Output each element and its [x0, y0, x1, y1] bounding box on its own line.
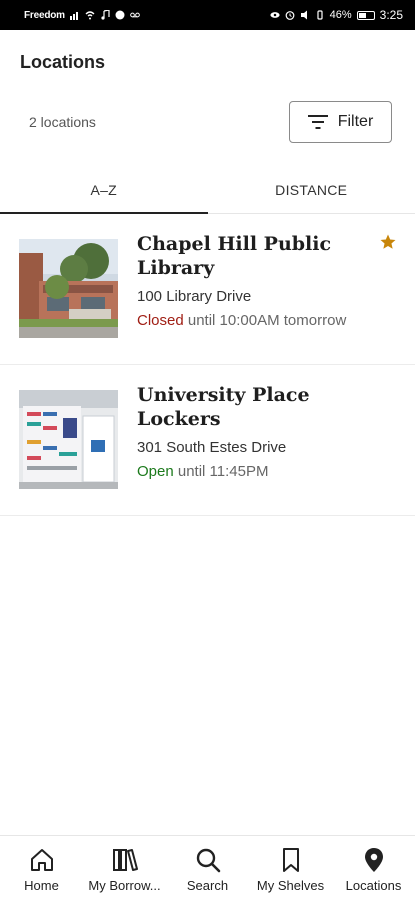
- battery-icon: [356, 10, 375, 20]
- tab-distance-label: DISTANCE: [275, 181, 348, 198]
- music-icon: [101, 10, 110, 20]
- nav-locations[interactable]: Locations: [332, 836, 415, 900]
- location-name: Chapel Hill Public Library: [137, 233, 332, 279]
- search-icon: [196, 848, 220, 873]
- nav-search-label: Search: [186, 878, 229, 893]
- location-address: 100 Library Drive: [137, 288, 252, 305]
- location-photo: [19, 390, 118, 489]
- location-status: Closed until 10:00AM tomorrow: [137, 312, 346, 329]
- location-name: University Place Lockers: [137, 384, 310, 430]
- nav-search[interactable]: Search: [166, 836, 249, 900]
- status-bar: Freedom 46% 3:25: [0, 0, 415, 30]
- battery-percent: 46%: [329, 9, 352, 21]
- signal-icon: [69, 12, 78, 20]
- nav-my-borrowing-label: My Borrow...: [88, 878, 161, 893]
- status-open: Open: [137, 463, 174, 480]
- page-title: Locations: [20, 52, 106, 72]
- tab-a-z-label: A–Z: [90, 181, 118, 198]
- status-left: Freedom: [24, 10, 140, 21]
- sort-tabs: A–Z DISTANCE: [0, 166, 415, 214]
- location-card-university-place[interactable]: University Place Lockers 301 South Estes…: [0, 366, 415, 516]
- bottom-nav: Home My Borrow... Search My Shelves Loca…: [0, 835, 415, 900]
- books-icon: [112, 849, 138, 871]
- voicemail-icon: [130, 12, 140, 18]
- location-pin-icon: [364, 848, 383, 872]
- status-right: 46% 3:25: [270, 8, 403, 22]
- filter-button[interactable]: Filter: [289, 101, 392, 143]
- nav-locations-label: Locations: [345, 878, 402, 893]
- nav-my-shelves-label: My Shelves: [256, 878, 325, 893]
- filter-label: Filter: [337, 113, 374, 130]
- location-photo: [19, 239, 118, 338]
- home-icon: [30, 849, 53, 871]
- location-status: Open until 11:45PM: [137, 463, 268, 480]
- messenger-icon: [115, 10, 125, 20]
- nav-home-label: Home: [24, 878, 59, 893]
- mute-icon: [300, 10, 307, 20]
- location-address: 301 South Estes Drive: [137, 439, 287, 456]
- bookmark-icon: [282, 848, 299, 872]
- eye-icon: [270, 12, 280, 18]
- clock-time: 3:25: [379, 8, 403, 22]
- alarm-icon: [285, 11, 295, 20]
- location-card-chapel-hill[interactable]: Chapel Hill Public Library 100 Library D…: [0, 215, 415, 365]
- status-detail: until 11:45PM: [173, 463, 269, 480]
- status-detail: until 10:00AM tomorrow: [183, 312, 347, 329]
- filter-icon: [307, 115, 328, 129]
- status-closed: Closed: [137, 312, 184, 329]
- vibrate-icon: [317, 10, 323, 20]
- favorite-star-icon[interactable]: [379, 233, 397, 251]
- carrier-label: Freedom: [24, 9, 65, 21]
- location-count: 2 locations: [29, 114, 96, 130]
- tab-a-z[interactable]: A–Z: [0, 166, 208, 214]
- nav-my-shelves[interactable]: My Shelves: [249, 836, 332, 900]
- wifi-icon: [85, 11, 95, 20]
- nav-home[interactable]: Home: [0, 836, 83, 900]
- tab-distance[interactable]: DISTANCE: [208, 166, 415, 213]
- nav-my-borrowing[interactable]: My Borrow...: [83, 836, 166, 900]
